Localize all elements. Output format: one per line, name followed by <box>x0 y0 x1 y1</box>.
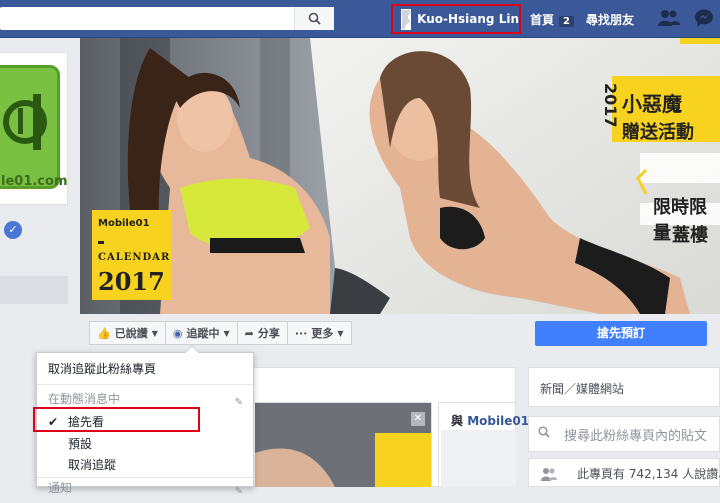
feed-image-art <box>255 403 431 487</box>
home-badge: 2 <box>559 16 574 27</box>
page-profile-picture[interactable]: le01.com <box>0 52 68 205</box>
search-button[interactable] <box>294 7 334 30</box>
top-navigation-bar: Kuo-Hsiang Lin 首頁 2 尋找朋友 <box>0 0 720 38</box>
search-input[interactable] <box>0 7 334 30</box>
chevron-down-icon: ▼ <box>151 328 158 338</box>
cover-artwork <box>80 38 720 314</box>
find-friends-link[interactable]: 尋找朋友 <box>586 11 634 28</box>
friend-requests-icon[interactable] <box>658 9 680 27</box>
thumbs-up-icon: 👍 <box>97 326 111 340</box>
news-feed-section-label: 在動態消息中 <box>48 392 121 406</box>
menu-divider <box>37 384 253 385</box>
with-name[interactable]: Mobile01 <box>467 414 529 428</box>
page-action-bar: 👍 已說讚 ▼ ◉ 追蹤中 ▼ ➦ 分享 ··· 更多 ▼ <box>89 321 352 345</box>
home-link[interactable]: 首頁 2 <box>530 11 574 28</box>
following-button[interactable]: ◉ 追蹤中 ▼ <box>164 321 238 345</box>
page-category: 新聞／媒體網站 <box>540 382 625 396</box>
search-icon <box>538 426 550 441</box>
cover-photo[interactable]: 2017 小惡魔 贈送活動 限時限量 蓋樓 Mobile01 CALENDAR … <box>80 38 720 314</box>
likes-count-text: 此專頁有 742,134 人說讚、 <box>577 467 720 481</box>
see-first-highlight <box>33 407 200 432</box>
calendar-label: CALENDAR <box>98 252 171 263</box>
more-dots-icon: ··· <box>294 326 308 340</box>
chevron-down-icon: ▼ <box>337 328 344 338</box>
pencil-icon[interactable]: ✎ <box>235 481 243 503</box>
avatar <box>401 8 412 30</box>
notifications-section-header: 通知 ✎ <box>37 477 253 499</box>
people-icon <box>541 468 557 481</box>
user-name: Kuo-Hsiang Lin <box>417 12 519 26</box>
with-card-image <box>441 430 516 487</box>
liked-label: 已說讚 <box>114 327 148 340</box>
calendar-year: 2017 <box>98 267 165 296</box>
messages-icon[interactable] <box>694 9 714 27</box>
home-label: 首頁 <box>530 13 555 27</box>
preorder-button[interactable]: 搶先預訂 <box>535 321 707 346</box>
search-icon <box>308 12 321 25</box>
logo-mark-icon <box>3 94 47 150</box>
calendar-brand: Mobile01 <box>98 218 150 229</box>
banner-line4: 蓋樓 <box>672 225 708 246</box>
unfollow-page-item[interactable]: 取消追蹤此粉絲專頁 <box>37 358 253 380</box>
more-button[interactable]: ··· 更多 ▼ <box>286 321 352 345</box>
profile-link[interactable]: Kuo-Hsiang Lin <box>391 4 521 34</box>
default-item[interactable]: 預設 <box>37 433 253 455</box>
banner-year: 2017 <box>601 83 620 128</box>
share-button[interactable]: ➦ 分享 <box>236 321 288 345</box>
with-title[interactable]: 與 Mobile01 <box>451 412 529 429</box>
verified-badge-icon: ✓ <box>4 221 22 239</box>
feed-post-image[interactable] <box>255 403 431 487</box>
close-icon[interactable]: ✕ <box>411 412 425 426</box>
left-menu-selected-item[interactable] <box>0 276 68 304</box>
liked-button[interactable]: 👍 已說讚 ▼ <box>89 321 166 345</box>
banner-line2: 贈送活動 <box>622 122 694 143</box>
chevron-down-icon: ▼ <box>223 328 230 338</box>
with-prefix: 與 <box>451 414 464 428</box>
notifications-section-label: 通知 <box>48 481 73 495</box>
more-label: 更多 <box>311 327 334 340</box>
share-label: 分享 <box>257 327 280 340</box>
mobile01-logo <box>0 65 60 189</box>
logo-text: le01.com <box>1 174 68 189</box>
page-search-placeholder: 搜尋此粉絲專頁內的貼文 <box>564 429 708 444</box>
banner-line1: 小惡魔 <box>622 92 682 116</box>
dropdown-arrow <box>184 344 200 360</box>
following-label: 追蹤中 <box>186 327 220 340</box>
rss-icon: ◉ <box>172 326 183 340</box>
share-arrow-icon: ➦ <box>244 326 254 340</box>
unfollow-item[interactable]: 取消追蹤 <box>37 454 253 476</box>
